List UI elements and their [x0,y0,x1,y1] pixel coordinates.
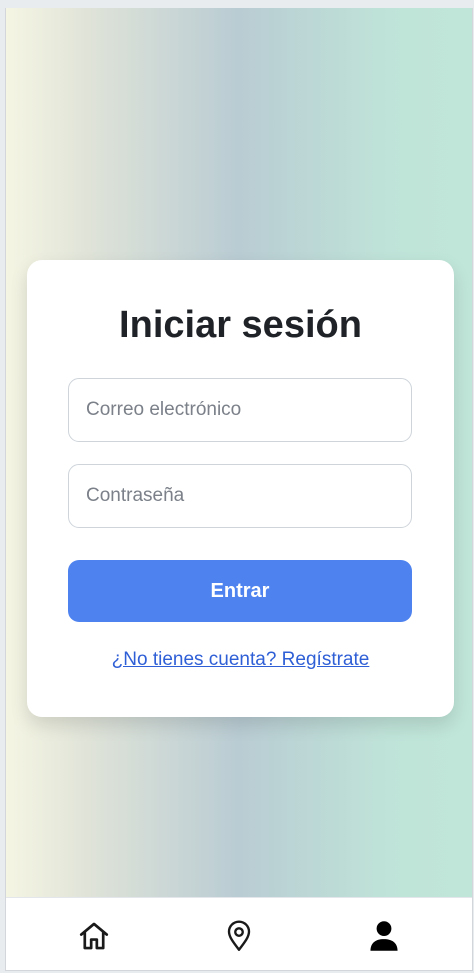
email-field[interactable] [68,378,412,442]
login-button[interactable]: Entrar [68,560,412,622]
home-icon [79,922,109,950]
register-link[interactable]: ¿No tienes cuenta? Regístrate [68,648,413,672]
user-icon [370,921,398,951]
nav-profile-button[interactable] [364,916,404,956]
page-title: Iniciar sesión [119,304,362,346]
bottom-nav [6,897,472,970]
login-card: Iniciar sesión Entrar ¿No tienes cuenta?… [27,260,454,717]
password-field[interactable] [68,464,412,528]
location-pin-icon [227,920,251,951]
nav-location-button[interactable] [219,916,259,956]
app-frame: Iniciar sesión Entrar ¿No tienes cuenta?… [5,8,473,971]
nav-home-button[interactable] [74,916,114,956]
